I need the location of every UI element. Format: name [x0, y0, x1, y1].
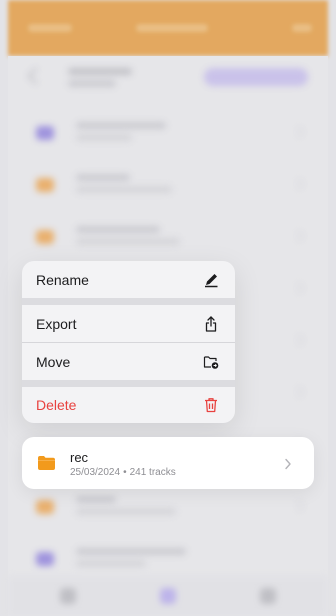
- folder-date: 25/03/2024: [70, 467, 121, 478]
- delete-label: Delete: [36, 397, 77, 413]
- folder-card[interactable]: rec 25/03/2024 • 241 tracks: [22, 437, 314, 489]
- folder-track-count: 241 tracks: [129, 467, 176, 478]
- meta-separator: •: [123, 467, 127, 478]
- move-label: Move: [36, 353, 71, 370]
- trash-icon: [202, 396, 220, 414]
- chevron-right-icon: [284, 457, 292, 475]
- export-label: Export: [36, 315, 77, 332]
- move-menu-item[interactable]: Move: [22, 343, 235, 380]
- folder-meta: 25/03/2024 • 241 tracks: [70, 467, 176, 478]
- folder-icon: [38, 456, 55, 475]
- export-menu-item[interactable]: Export: [22, 305, 235, 342]
- rename-label: Rename: [36, 271, 89, 288]
- folder-name: rec: [70, 450, 89, 465]
- rename-menu-item[interactable]: Rename: [22, 261, 235, 298]
- delete-menu-item[interactable]: Delete: [22, 387, 235, 423]
- context-menu: Rename Export Move Delete: [22, 261, 235, 423]
- folder-move-icon: [202, 353, 220, 371]
- share-icon: [202, 315, 220, 333]
- pencil-icon: [202, 271, 220, 289]
